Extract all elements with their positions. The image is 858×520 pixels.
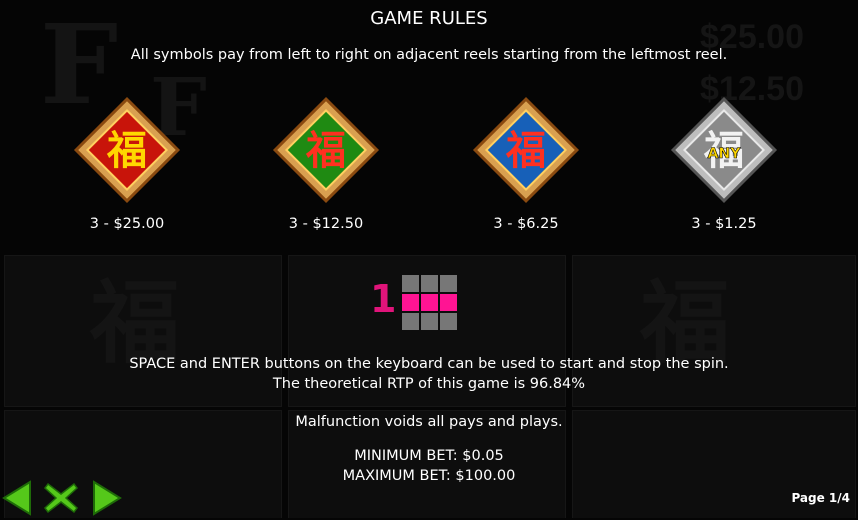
symbol-paytable-item: 福 ANY 3 - $1.25 xyxy=(664,92,784,232)
rtp-info: The theoretical RTP of this game is 96.8… xyxy=(272,376,586,392)
red-fu-symbol-icon: 福 xyxy=(73,96,181,204)
close-button[interactable] xyxy=(42,480,80,520)
payline-cell xyxy=(402,275,419,292)
payline-cell xyxy=(440,313,457,330)
page-title: GAME RULES xyxy=(370,8,488,29)
payline-grid xyxy=(402,275,458,330)
payline-number: 1 xyxy=(370,277,397,321)
svg-text:ANY: ANY xyxy=(708,146,742,162)
symbol-paytable-item: 福 3 - $6.25 xyxy=(466,92,586,232)
blue-fu-symbol-icon: 福 xyxy=(472,96,580,204)
symbol-payout: 3 - $6.25 xyxy=(493,216,559,232)
svg-text:福: 福 xyxy=(106,127,147,174)
svg-text:福: 福 xyxy=(305,127,346,174)
payline-cell xyxy=(421,275,438,292)
silver-any-symbol-icon: 福 ANY xyxy=(670,96,778,204)
symbol-payout: 3 - $1.25 xyxy=(691,216,757,232)
minimum-bet: MINIMUM BET: $0.05 xyxy=(354,448,504,464)
payline-cell-active xyxy=(421,294,438,311)
payline-cell xyxy=(440,275,457,292)
payline-cell-active xyxy=(440,294,457,311)
green-fu-symbol-icon: 福 xyxy=(272,96,380,204)
symbol-payout: 3 - $25.00 xyxy=(89,216,165,232)
prev-page-button[interactable] xyxy=(2,480,32,520)
malfunction-info: Malfunction voids all pays and plays. xyxy=(295,414,563,430)
arrow-left-icon xyxy=(2,480,31,516)
rules-subtitle: All symbols pay from left to right on ad… xyxy=(130,47,728,63)
background-reels: F F 福 福 $25.00 $12.50 xyxy=(0,0,858,518)
payline-cell xyxy=(421,313,438,330)
keyboard-info: SPACE and ENTER buttons on the keyboard … xyxy=(129,356,729,372)
symbol-paytable-item: 福 3 - $25.00 xyxy=(67,92,187,232)
payline-cell xyxy=(402,313,419,330)
arrow-right-icon xyxy=(93,480,122,516)
page-indicator: Page 1/4 xyxy=(791,491,850,505)
symbol-paytable-item: 福 3 - $12.50 xyxy=(266,92,386,232)
payline-cell-active xyxy=(402,294,419,311)
close-icon xyxy=(43,482,79,514)
symbol-payout: 3 - $12.50 xyxy=(288,216,364,232)
next-page-button[interactable] xyxy=(92,480,122,520)
svg-text:福: 福 xyxy=(505,127,546,174)
maximum-bet: MAXIMUM BET: $100.00 xyxy=(342,468,516,484)
